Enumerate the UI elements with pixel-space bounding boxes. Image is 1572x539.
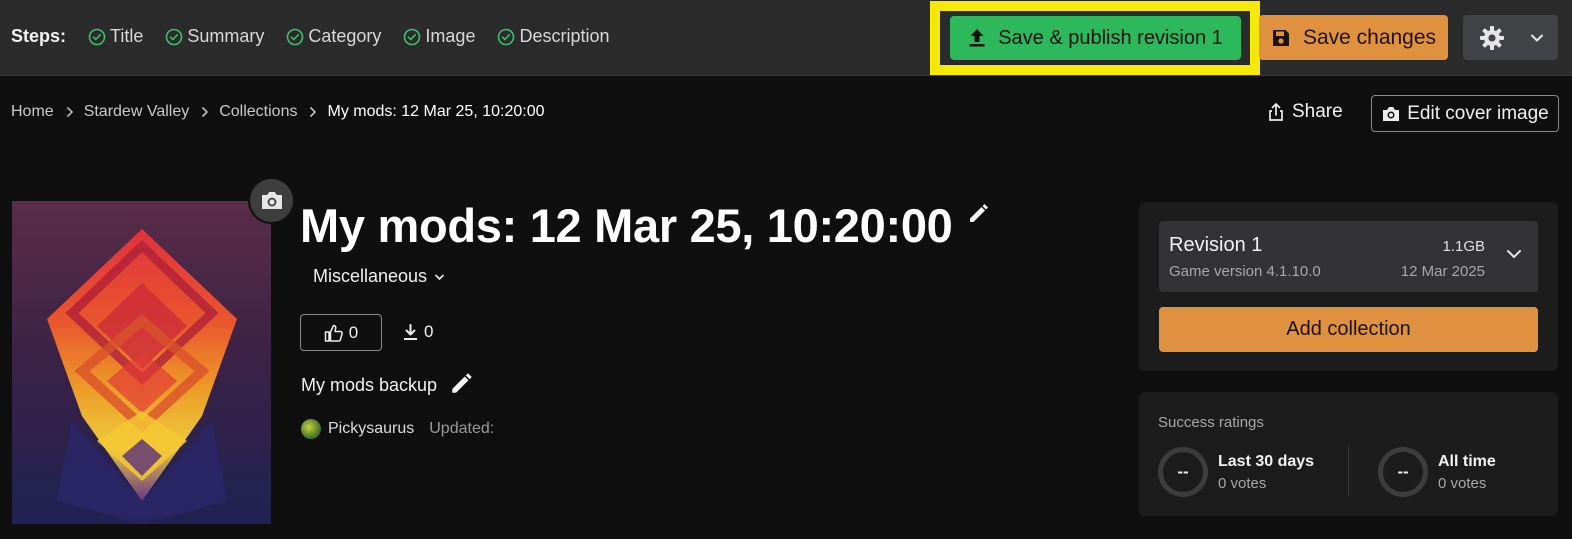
gear-icon <box>1480 25 1504 50</box>
step-label: Image <box>425 26 476 46</box>
check-circle-icon <box>287 28 304 45</box>
chevron-right-icon <box>201 106 209 118</box>
floppy-disk-icon <box>1272 29 1289 46</box>
collection-summary: My mods backup <box>301 375 438 395</box>
chevron-right-icon <box>309 106 317 118</box>
save-and-publish-label: Save & publish revision 1 <box>998 26 1223 49</box>
chevron-down-icon <box>434 273 445 280</box>
rating-period: All time <box>1438 452 1496 470</box>
step-label: Description <box>519 26 610 46</box>
check-circle-icon <box>88 28 106 45</box>
step-summary[interactable]: Summary <box>165 26 264 47</box>
revision-panel: Revision 1 Game version 4.1.10.0 1.1GB 1… <box>1139 202 1558 371</box>
chevron-down-icon <box>1531 34 1543 41</box>
steps-list: Steps: Title Summary Category Image Desc… <box>11 26 632 47</box>
breadcrumb-collections[interactable]: Collections <box>219 103 297 121</box>
download-count-value: 0 <box>424 322 434 341</box>
camera-icon <box>1383 106 1400 121</box>
endorsement-count: 0 <box>348 322 359 342</box>
breadcrumb-home[interactable]: Home <box>11 103 54 121</box>
rating-last-30-days: -- Last 30 days 0 votes <box>1158 447 1314 497</box>
upload-icon <box>969 29 985 47</box>
edit-summary-pencil-icon[interactable] <box>449 370 475 401</box>
rating-period: Last 30 days <box>1218 452 1315 470</box>
summary-row: My mods backup <box>301 370 475 401</box>
rating-gauge: -- <box>1378 447 1428 497</box>
edit-cover-label: Edit cover image <box>1407 102 1549 124</box>
step-label: Title <box>110 26 144 46</box>
share-button[interactable]: Share <box>1268 101 1343 123</box>
collection-title-row: My mods: 12 Mar 25, 10:20:00 <box>300 198 991 253</box>
ratings-divider <box>1348 446 1349 496</box>
author-row: Pickysaurus Updated: <box>301 419 494 439</box>
step-title[interactable]: Title <box>88 26 143 47</box>
step-description[interactable]: Description <box>497 26 610 47</box>
collection-cover-image <box>12 201 271 524</box>
revision-game-version: Game version 4.1.10.0 <box>1169 263 1321 280</box>
author-avatar[interactable] <box>301 419 321 439</box>
chevron-down-icon <box>1507 250 1521 258</box>
endorse-button[interactable]: 0 <box>300 314 382 351</box>
change-cover-camera-button[interactable] <box>248 177 295 224</box>
check-circle-icon <box>404 28 421 45</box>
step-label: Summary <box>187 26 265 46</box>
edit-cover-image-button[interactable]: Edit cover image <box>1371 95 1559 132</box>
save-changes-button[interactable]: Save changes <box>1259 15 1448 60</box>
step-label: Category <box>308 26 382 46</box>
check-circle-icon <box>498 28 515 45</box>
download-count: 0 <box>403 322 433 342</box>
step-category[interactable]: Category <box>286 26 381 47</box>
camera-icon <box>261 192 282 209</box>
add-collection-button[interactable]: Add collection <box>1159 307 1538 352</box>
steps-toolbar: Steps: Title Summary Category Image Desc… <box>0 0 1572 76</box>
revision-selector[interactable]: Revision 1 Game version 4.1.10.0 1.1GB 1… <box>1159 221 1538 292</box>
rating-votes: 0 votes <box>1218 474 1267 492</box>
revision-size: 1.1GB <box>1442 238 1485 255</box>
success-ratings-panel: Success ratings -- Last 30 days 0 votes … <box>1139 392 1558 516</box>
breadcrumb-current: My mods: 12 Mar 25, 10:20:00 <box>327 103 545 120</box>
revision-name: Revision 1 <box>1169 234 1263 256</box>
share-icon <box>1269 103 1283 121</box>
revision-date: 12 Mar 2025 <box>1400 263 1485 280</box>
breadcrumb-game[interactable]: Stardew Valley <box>84 103 190 121</box>
updated-label: Updated: <box>429 420 495 437</box>
edit-title-pencil-icon[interactable] <box>967 201 991 230</box>
breadcrumb: Home Stardew Valley Collections My mods:… <box>11 103 544 121</box>
steps-label: Steps: <box>11 26 67 46</box>
save-changes-label: Save changes <box>1302 25 1437 49</box>
author-name[interactable]: Pickysaurus <box>328 420 414 438</box>
download-icon <box>404 323 417 340</box>
share-label: Share <box>1292 101 1343 122</box>
settings-dropdown-button[interactable] <box>1463 15 1558 60</box>
rating-votes: 0 votes <box>1438 474 1487 492</box>
rating-all-time: -- All time 0 votes <box>1378 447 1496 497</box>
check-circle-icon <box>166 28 183 45</box>
step-image[interactable]: Image <box>403 26 475 47</box>
ratings-title: Success ratings <box>1158 414 1264 431</box>
rating-gauge: -- <box>1158 447 1208 497</box>
thumbs-up-icon <box>324 324 343 342</box>
save-and-publish-button[interactable]: Save & publish revision 1 <box>950 16 1241 60</box>
chevron-right-icon <box>66 106 74 118</box>
collection-title: My mods: 12 Mar 25, 10:20:00 <box>300 199 953 252</box>
category-label: Miscellaneous <box>313 266 428 286</box>
category-dropdown[interactable]: Miscellaneous <box>313 266 445 287</box>
